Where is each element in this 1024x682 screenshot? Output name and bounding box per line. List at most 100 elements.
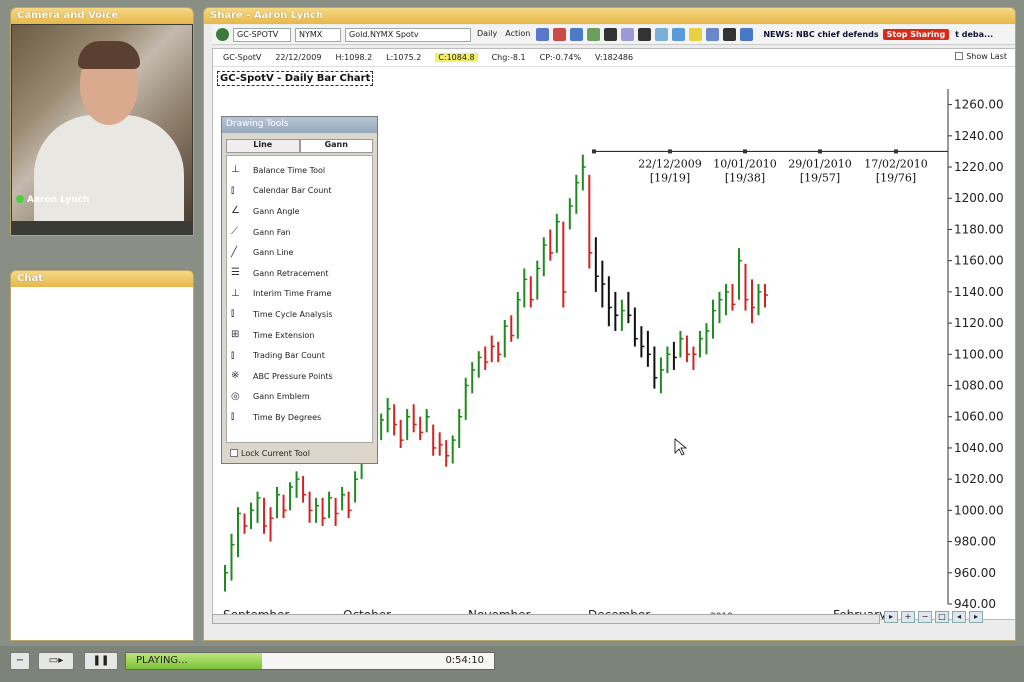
info-volume: V:182486 [595, 53, 634, 62]
zoom-in-button[interactable]: + [901, 611, 915, 623]
settings-icon[interactable] [570, 28, 584, 41]
tab-gann[interactable]: Gann [299, 139, 373, 153]
drawing-icon[interactable] [638, 28, 652, 41]
y-tick-label: 1140.00 [954, 285, 1004, 299]
y-tick-label: 1000.00 [954, 503, 1004, 517]
chat-panel-title: Chat [11, 271, 193, 287]
scan-icon[interactable] [706, 28, 720, 41]
save-icon[interactable] [536, 28, 550, 41]
drawing-tool-label: Gann Fan [253, 227, 291, 237]
lock-current-tool[interactable]: Lock Current Tool [230, 449, 369, 458]
drawing-tool-item[interactable]: ※ ABC Pressure Points [227, 366, 372, 387]
info-symbol: GC-SpotV [223, 53, 262, 62]
y-tick-label: 1180.00 [954, 222, 1004, 236]
horizontal-scrollbar[interactable] [212, 614, 880, 624]
link-icon[interactable] [723, 28, 737, 41]
drawing-tool-label: Balance Time Tool [253, 165, 326, 175]
drawing-tool-icon: ⫾ [231, 349, 235, 361]
drawing-tool-icon: ⫾ [231, 411, 235, 423]
news-ticker[interactable]: NEWS: NBC chief defends [763, 30, 878, 39]
gann-date-label: 17/02/2010 [864, 157, 927, 170]
drawing-tools-window[interactable]: Drawing Tools Line Gann ⊥ Balance Time To… [221, 116, 378, 464]
scroll-right-button[interactable]: ▸ [969, 611, 983, 623]
drawing-tool-label: Gann Angle [253, 206, 300, 216]
tools-icon[interactable] [604, 28, 618, 41]
tab-line[interactable]: Line [226, 139, 300, 153]
show-last-toggle[interactable]: Show Last [955, 52, 1007, 61]
drawing-tool-label: Time Cycle Analysis [253, 309, 333, 319]
drawing-tools-title[interactable]: Drawing Tools [222, 117, 377, 133]
drawing-tool-item[interactable]: ⫾ Calendar Bar Count [227, 181, 372, 202]
playback-progress[interactable]: PLAYING... 0:54:10 [125, 652, 495, 670]
fit-button[interactable]: □ [935, 611, 949, 623]
y-tick-label: 1100.00 [954, 347, 1004, 361]
scroll-left-button[interactable]: ◂ [952, 611, 966, 623]
drawing-tool-icon: ⫾ [231, 184, 235, 196]
alert-icon[interactable] [689, 28, 703, 41]
y-tick-label: 1040.00 [954, 441, 1004, 455]
drawing-tool-label: Time Extension [253, 330, 315, 340]
gann-handle [894, 149, 898, 154]
stop-sharing-button[interactable]: Stop Sharing [882, 29, 950, 40]
print-icon[interactable] [740, 28, 754, 41]
drawing-tool-item[interactable]: ⊞ Time Extension [227, 325, 372, 346]
symbol-input[interactable]: GC-SPOTV [233, 27, 291, 42]
drawing-tool-item[interactable]: ⫾ Time By Degrees [227, 407, 372, 428]
interval-dropdown[interactable]: Daily [475, 28, 499, 42]
drawing-tool-item[interactable]: ⊥ Balance Time Tool [227, 160, 372, 181]
drawing-tool-item[interactable]: ☰ Gann Retracement [227, 263, 372, 284]
presenter-hair [78, 41, 140, 69]
drawing-tool-icon: ⟋ [231, 226, 238, 238]
drawing-tools-list: ⊥ Balance Time Tool ⫾ Calendar Bar Count ∠ Ga… [226, 155, 373, 443]
presenter-name-tag: Aaron Lynch [16, 195, 89, 205]
exchange-select[interactable]: NYMX [295, 27, 341, 42]
y-tick-label: 1200.00 [954, 191, 1004, 205]
mouse-cursor-icon [674, 438, 688, 456]
gann-count-label: [19/38] [725, 171, 765, 184]
chart-title[interactable]: GC-SpotV - Daily Bar Chart [217, 71, 374, 86]
chart-toolbar: GC-SPOTV NYMX Gold.NYMX Spotv Daily Acti… [212, 25, 1015, 45]
gann-handle [818, 149, 822, 154]
drawing-tool-label: Trading Bar Count [253, 351, 325, 361]
lock-checkbox[interactable] [230, 449, 238, 457]
gann-date-label: 29/01/2010 [788, 157, 851, 170]
chart-style-icon[interactable] [553, 28, 567, 41]
playback-status: PLAYING... [136, 655, 188, 666]
drawing-tool-item[interactable]: ∠ Gann Angle [227, 201, 372, 222]
drawing-tool-item[interactable]: ⟋ Gann Fan [227, 222, 372, 243]
drawing-tool-icon: ◎ [231, 390, 240, 402]
lock-label: Lock Current Tool [241, 449, 310, 458]
y-tick-label: 1120.00 [954, 316, 1004, 330]
info-change-pct: CP:-0.74% [539, 53, 582, 62]
minimize-button[interactable]: − [10, 652, 30, 670]
presenter-body [34, 115, 184, 221]
drawing-tool-label: Interim Time Frame [253, 289, 332, 299]
drawing-tool-item[interactable]: ⫾ Time Cycle Analysis [227, 304, 372, 325]
analysis-icon[interactable] [655, 28, 669, 41]
drawing-tool-item[interactable]: ╱ Gann Line [227, 242, 372, 263]
y-tick-label: 940.00 [954, 597, 996, 611]
drawing-tool-icon: ∠ [231, 205, 240, 217]
gann-anchor-handle [592, 149, 596, 154]
drawing-tool-item[interactable]: ⊥ Interim Time Frame [227, 284, 372, 305]
action-dropdown[interactable]: Action [503, 28, 532, 42]
presenter-name: Aaron Lynch [27, 195, 90, 205]
info-close: C:1084.8 [435, 53, 478, 62]
presenter-video: Aaron Lynch [12, 25, 192, 221]
drawing-tool-item[interactable]: ◎ Gann Emblem [227, 387, 372, 408]
gann-date-label: 22/12/2009 [638, 157, 701, 170]
go-icon[interactable] [216, 28, 229, 41]
y-tick-label: 980.00 [954, 535, 996, 549]
scroll-start-button[interactable]: ▸ [884, 611, 898, 623]
playback-time: 0:54:10 [445, 655, 484, 666]
zoom-icon[interactable] [672, 28, 686, 41]
pause-button[interactable]: ❚❚ [84, 652, 118, 670]
indicator-icon[interactable] [587, 28, 601, 41]
layout-icon[interactable] [621, 28, 635, 41]
zoom-out-button[interactable]: − [918, 611, 932, 623]
chat-panel: Chat [10, 270, 194, 641]
export-button[interactable]: ▭▸ [38, 652, 74, 670]
drawing-tool-item[interactable]: ⫾ Trading Bar Count [227, 345, 372, 366]
y-tick-label: 1060.00 [954, 410, 1004, 424]
show-last-checkbox[interactable] [955, 52, 964, 60]
